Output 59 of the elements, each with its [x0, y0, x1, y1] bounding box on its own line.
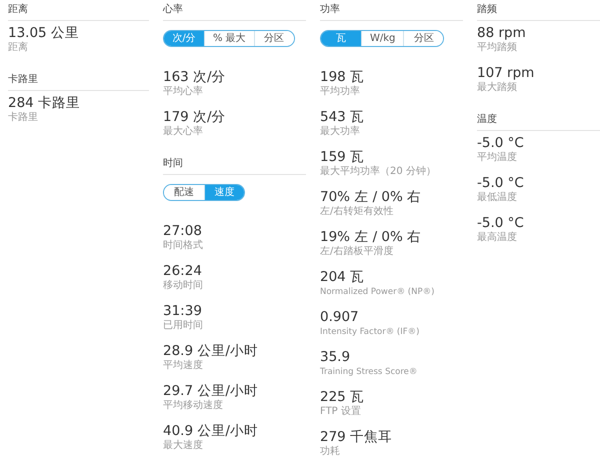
stat-label: 左/右踏板平滑度	[320, 246, 394, 258]
toggle-option[interactable]: 分区	[254, 31, 294, 46]
section-heading: 踏频	[477, 0, 600, 21]
stat-value: 284 卡路里	[8, 94, 82, 112]
stat-label: 卡路里	[8, 112, 39, 124]
stat-value: 163 次/分	[163, 68, 227, 86]
stat-value: 35.9	[320, 348, 352, 366]
section-heading: 功率	[320, 0, 463, 21]
stat-label: 最大踏频	[477, 82, 518, 94]
stat-label: 最大平均功率（20 分钟）	[320, 166, 437, 178]
stat-label: 左/右转矩有效性	[320, 206, 394, 218]
stat-label: 平均温度	[477, 152, 518, 164]
stat-value: 31:39	[163, 302, 203, 320]
stat-label: 功耗	[320, 446, 341, 458]
section-heading: 心率	[163, 0, 306, 21]
stat-label: 最高温度	[477, 232, 518, 244]
section-heading: 温度	[477, 110, 600, 131]
stat-value: 159 瓦	[320, 148, 366, 166]
stat-value: 70% 左 / 0% 右	[320, 188, 422, 206]
stat-value: 13.05 公里	[8, 24, 80, 42]
stat-value: 225 瓦	[320, 388, 366, 406]
stat-value: 27:08	[163, 222, 203, 240]
stat-value: 19% 左 / 0% 右	[320, 228, 422, 246]
stat-value: 107 rpm	[477, 64, 536, 82]
stat-value: 179 次/分	[163, 108, 227, 126]
stat-label: 移动时间	[163, 280, 204, 292]
stat-label: Normalized Power® (NP®)	[320, 286, 436, 298]
stat-value: 279 千焦耳	[320, 428, 394, 446]
stat-value: 28.9 公里/小时	[163, 342, 259, 360]
stat-value: 26:24	[163, 262, 203, 280]
stat-label: 最大心率	[163, 126, 204, 138]
stat-value: 204 瓦	[320, 268, 366, 286]
stat-label: 平均踏频	[477, 42, 518, 54]
stat-value: 88 rpm	[477, 24, 527, 42]
stat-value: 198 瓦	[320, 68, 366, 86]
stat-value: -5.0 °C	[477, 174, 525, 192]
stat-label: 最低温度	[477, 192, 518, 204]
stat-label: 平均心率	[163, 86, 204, 98]
section-heading: 卡路里	[8, 70, 149, 91]
stat-label: Intensity Factor® (IF®)	[320, 326, 420, 338]
stat-label: 最大功率	[320, 126, 361, 138]
stat-value: 40.9 公里/小时	[163, 422, 259, 440]
stat-label: 距离	[8, 42, 29, 54]
stat-label: 平均功率	[320, 86, 361, 98]
stat-label: 平均移动速度	[163, 400, 224, 412]
stat-value: 29.7 公里/小时	[163, 382, 259, 400]
stat-label: FTP 设置	[320, 406, 362, 418]
section-heading: 时间	[163, 154, 306, 175]
stat-label: 时间格式	[163, 240, 204, 252]
stat-label: 最大速度	[163, 440, 204, 452]
stat-value: 0.907	[320, 308, 360, 326]
stat-value: 543 瓦	[320, 108, 366, 126]
stat-label: Training Stress Score®	[320, 366, 418, 378]
toggle-option[interactable]: 分区	[403, 31, 444, 46]
stat-value: -5.0 °C	[477, 214, 525, 232]
stat-value: -5.0 °C	[477, 134, 525, 152]
stat-label: 已用时间	[163, 320, 204, 332]
section-heading: 距离	[8, 0, 149, 21]
stat-label: 平均速度	[163, 360, 204, 372]
